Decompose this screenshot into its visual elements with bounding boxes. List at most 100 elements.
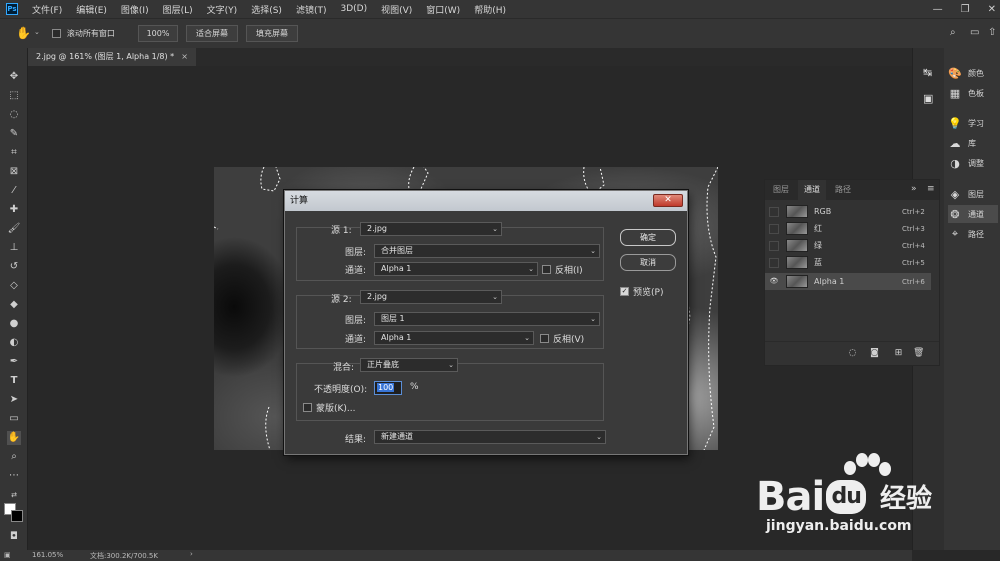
eye-icon[interactable]: 👁 [769, 277, 779, 287]
more-tools-icon[interactable]: ⋯ [7, 469, 21, 483]
visibility-toggle[interactable] [769, 223, 779, 234]
search-icon[interactable]: ⌕ [950, 27, 956, 38]
menu-3d[interactable]: 3D(D) [340, 4, 367, 14]
checkmark-icon[interactable]: ✓ [620, 287, 629, 296]
checkbox-icon[interactable] [540, 334, 549, 343]
hand-tool-icon[interactable]: ✋ [7, 431, 21, 445]
checkbox-icon[interactable] [542, 265, 551, 274]
menu-edit[interactable]: 编辑(E) [76, 3, 107, 16]
mask-checkbox[interactable]: 蒙版(K)... [303, 401, 356, 414]
history-icon[interactable]: ↹ [923, 66, 932, 79]
opacity-input[interactable]: 100 [374, 381, 402, 395]
chevron-down-icon[interactable]: ⌄ [34, 28, 40, 36]
eyedropper-tool-icon[interactable]: ⁄ [7, 184, 21, 198]
paint-bucket-icon[interactable]: ◆ [7, 298, 21, 312]
status-menu-arrow-icon[interactable]: › [190, 550, 193, 558]
cancel-button[interactable]: 取消 [620, 254, 676, 271]
crop-tool-icon[interactable]: ⌗ [7, 146, 21, 160]
color-panel-button[interactable]: 🎨 颜色 [948, 64, 998, 82]
path-selection-icon[interactable]: ➤ [7, 393, 21, 407]
source1-layer-select[interactable]: 合并图层 ⌄ [374, 244, 600, 258]
zoom-level[interactable]: 161.05% [32, 551, 63, 559]
blur-tool-icon[interactable]: ● [7, 317, 21, 331]
menu-type[interactable]: 文字(Y) [207, 3, 238, 16]
preview-checkbox[interactable]: ✓ 预览(P) [620, 285, 663, 298]
history-brush-icon[interactable]: ↺ [7, 260, 21, 274]
channel-row-rgb[interactable]: RGB Ctrl+2 [765, 203, 931, 220]
libraries-panel-button[interactable]: ☁ 库 [948, 134, 998, 152]
hand-tool-icon[interactable]: ✋ [16, 26, 31, 40]
frame-tool-icon[interactable]: ⊠ [7, 165, 21, 179]
checkbox-icon[interactable] [52, 29, 61, 38]
fill-screen-button[interactable]: 填充屏幕 [246, 25, 298, 42]
blending-mode-select[interactable]: 正片叠底 ⌄ [360, 358, 458, 372]
close-window-icon[interactable]: ✕ [988, 4, 996, 15]
channel-row-alpha-1[interactable]: 👁 Alpha 1 Ctrl+6 [765, 273, 931, 290]
visibility-toggle[interactable] [769, 206, 779, 217]
visibility-toggle[interactable] [769, 240, 779, 251]
channel-row-blue[interactable]: 蓝 Ctrl+5 [765, 254, 931, 271]
menu-select[interactable]: 选择(S) [251, 3, 282, 16]
source1-channel-select[interactable]: Alpha 1 ⌄ [374, 262, 538, 276]
menu-help[interactable]: 帮助(H) [474, 3, 506, 16]
collapse-panel-icon[interactable]: » [911, 184, 917, 194]
healing-brush-icon[interactable]: ✚ [7, 203, 21, 217]
learn-panel-button[interactable]: 💡 学习 [948, 114, 998, 132]
menu-view[interactable]: 视图(V) [381, 3, 412, 16]
source1-invert-checkbox[interactable]: 反相(I) [542, 263, 583, 276]
dialog-title-bar[interactable]: 计算 ✕ [285, 191, 687, 211]
swap-colors-icon[interactable]: ⇄ [7, 488, 21, 502]
maximize-icon[interactable]: ❐ [961, 4, 970, 15]
move-tool-icon[interactable]: ✥ [7, 70, 21, 84]
source2-layer-select[interactable]: 图层 1 ⌄ [374, 312, 600, 326]
type-tool-icon[interactable]: T [7, 374, 21, 388]
result-select[interactable]: 新建通道 ⌄ [374, 430, 606, 444]
ok-button[interactable]: 确定 [620, 229, 676, 246]
pen-tool-icon[interactable]: ✒ [7, 355, 21, 369]
tab-layers[interactable]: 图层 [767, 180, 795, 200]
lasso-tool-icon[interactable]: ◌ [7, 108, 21, 122]
close-dialog-button[interactable]: ✕ [653, 194, 683, 207]
panel-menu-icon[interactable]: ≡ [927, 184, 935, 194]
quick-mask-icon[interactable]: ◘ [7, 530, 21, 544]
layers-panel-button[interactable]: ◈ 图层 [948, 185, 998, 203]
new-channel-icon[interactable]: ⊞ [893, 348, 904, 359]
checkbox-icon[interactable] [303, 403, 312, 412]
eraser-tool-icon[interactable]: ◇ [7, 279, 21, 293]
properties-icon[interactable]: ▣ [923, 92, 933, 105]
menu-image[interactable]: 图像(I) [121, 3, 149, 16]
paths-panel-button[interactable]: ⌖ 路径 [948, 225, 998, 243]
menu-window[interactable]: 窗口(W) [426, 3, 460, 16]
background-color-swatch[interactable] [11, 510, 23, 522]
source2-channel-select[interactable]: Alpha 1 ⌄ [374, 331, 534, 345]
clone-stamp-icon[interactable]: ⊥ [7, 241, 21, 255]
quick-select-tool-icon[interactable]: ✎ [7, 127, 21, 141]
zoom-100-button[interactable]: 100% [138, 25, 178, 42]
menu-file[interactable]: 文件(F) [32, 3, 62, 16]
close-tab-icon[interactable]: × [181, 48, 188, 66]
fit-screen-button[interactable]: 适合屏幕 [186, 25, 238, 42]
zoom-tool-icon[interactable]: ⌕ [7, 450, 21, 464]
swatches-panel-button[interactable]: ▦ 色板 [948, 84, 998, 102]
share-icon[interactable]: ⇧ [988, 27, 996, 38]
channel-row-red[interactable]: 红 Ctrl+3 [765, 220, 931, 237]
source2-file-select[interactable]: 2.jpg ⌄ [360, 290, 502, 304]
visibility-toggle[interactable] [769, 257, 779, 268]
dodge-tool-icon[interactable]: ◐ [7, 336, 21, 350]
frame-icon[interactable]: ▣ [4, 551, 11, 559]
marquee-tool-icon[interactable]: ⬚ [7, 89, 21, 103]
brush-tool-icon[interactable]: 🖌 [7, 222, 21, 236]
menu-layer[interactable]: 图层(L) [163, 3, 193, 16]
document-tab[interactable]: 2.jpg @ 161% (图层 1, Alpha 1/8) * × [28, 48, 196, 66]
load-selection-icon[interactable]: ◌ [847, 348, 858, 359]
source2-invert-checkbox[interactable]: 反相(V) [540, 332, 584, 345]
trash-icon[interactable]: 🗑 [913, 348, 924, 359]
channels-panel-button[interactable]: ❂ 通道 [948, 205, 998, 223]
source1-file-select[interactable]: 2.jpg ⌄ [360, 222, 502, 236]
scroll-all-windows-checkbox[interactable]: 滚动所有窗口 [52, 28, 115, 39]
save-selection-icon[interactable]: ◙ [869, 348, 880, 359]
adjustments-panel-button[interactable]: ◑ 调整 [948, 154, 998, 172]
workspace-icon[interactable]: ▭ [970, 27, 979, 38]
tab-paths[interactable]: 路径 [829, 180, 857, 200]
rectangle-tool-icon[interactable]: ▭ [7, 412, 21, 426]
